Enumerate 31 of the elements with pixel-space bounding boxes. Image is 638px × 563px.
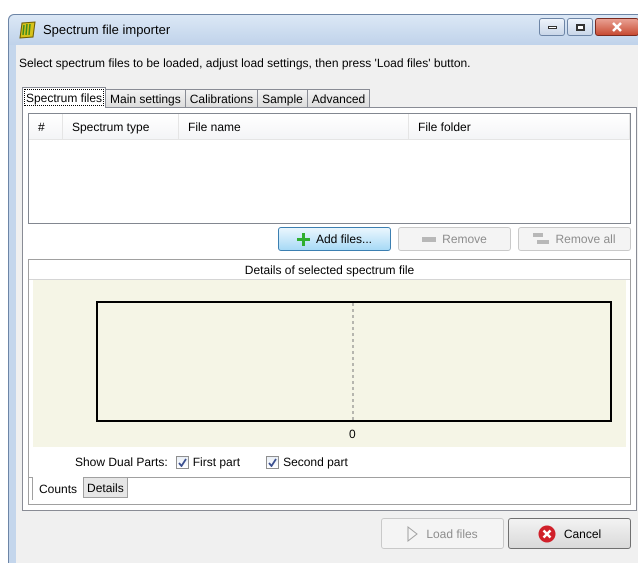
play-icon [407,526,418,542]
maximize-button[interactable] [567,18,593,36]
instruction-text: Select spectrum files to be loaded, adjust load settings, then press 'Load files' button. [19,55,472,70]
column-header[interactable]: File name [179,114,409,139]
column-header[interactable]: # [29,114,63,139]
bottom-tab[interactable]: Details [83,478,128,498]
bottom-tab[interactable]: Counts [32,477,84,500]
tab[interactable]: Spectrum files [22,87,106,108]
close-icon [611,22,623,32]
checkbox[interactable] [266,456,280,468]
remove-all-icon [533,233,550,245]
checkbox-label: Second part [283,454,348,471]
minus-icon [422,236,436,242]
window-title: Spectrum file importer [43,21,170,40]
cancel-button[interactable]: Cancel [508,518,631,549]
minimize-button[interactable] [539,18,565,36]
column-header[interactable]: Spectrum type [63,114,179,139]
tab[interactable]: Main settings [105,89,186,107]
checkbox-label: First part [192,454,240,471]
column-header[interactable]: File folder [409,114,630,139]
plus-icon [296,232,310,246]
checkbox[interactable] [176,456,189,468]
axis-tick-label: 0 [349,426,356,443]
app-logo-icon [19,21,37,39]
tab[interactable]: Advanced [306,89,370,107]
tab[interactable]: Calibrations [184,89,258,107]
cancel-icon [538,524,556,542]
close-button[interactable] [595,18,638,36]
tab[interactable]: Sample [257,89,308,107]
add-files-button[interactable]: Add files... [278,227,391,251]
dual-parts-label: Show Dual Parts: [75,454,168,471]
